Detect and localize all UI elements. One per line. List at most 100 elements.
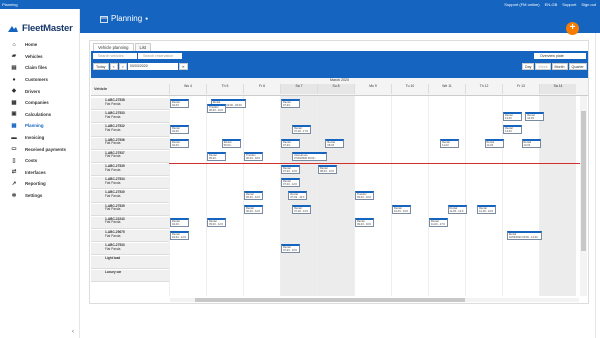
reservation-block[interactable]: Rental 04-03 <box>170 125 189 135</box>
vehicle-row[interactable]: 1-ABC-27536 Fiat Panda <box>91 137 169 150</box>
reservation-block[interactable]: Rental 07-03 - 10:0 <box>288 191 308 201</box>
vehicle-row[interactable]: 1-ABC-27534 Fiat Panda <box>91 177 169 190</box>
reservation-block[interactable]: Rental05-03 - 12:00 <box>207 151 226 161</box>
reservation-block[interactable]: Rental 11-03 - 17:0 <box>429 217 448 227</box>
date-input[interactable]: 03/03/2020 <box>127 63 178 70</box>
planning-grid: 1-ABC-27538 Fiat Panda 1-ABC-27533 Fiat Pan… <box>91 96 580 296</box>
reservation-block[interactable]: Rental 10-03 - 10:0 <box>392 204 411 214</box>
vehicle-row[interactable]: Luxury car <box>91 269 169 282</box>
reservation-block[interactable]: Rental 12-03 <box>484 138 504 148</box>
reservation-block[interactable]: Rental 04-03 <box>170 99 189 108</box>
reservation-block[interactable]: Rental 07-03 - 12:0 <box>281 178 300 188</box>
search-reservations-input[interactable]: Search reservation <box>138 53 182 59</box>
reservation-block[interactable]: Rental 09-03 - 10:0 <box>355 217 374 227</box>
sidebar-item-label: Received payments <box>25 146 66 152</box>
day-header: Sa 7 <box>280 84 317 94</box>
support-link[interactable]: Support <box>562 0 576 9</box>
sidebar-item-planning[interactable]: ▦ Planning <box>0 120 80 132</box>
vehicle-row[interactable]: 1-ABC-27539 Fiat Panda <box>91 164 169 177</box>
today-button[interactable]: Today <box>93 63 109 70</box>
reservation-block[interactable]: Rental 13-03 <box>525 112 545 122</box>
reservation-block[interactable]: Rental 11-03 <box>440 138 460 148</box>
reservation-block[interactable]: Rental05-03 - 10:00 <box>221 138 241 148</box>
reservation-block[interactable]: Rental04-03 - 17:00 <box>170 138 189 148</box>
reservation-block[interactable]: Transfer 09-03 - 10:0 <box>355 191 374 201</box>
reservation-time: 04-03 - 12:0 <box>172 236 186 239</box>
reservation-block[interactable]: Rental04-03 - 17:00 <box>170 217 189 227</box>
vehicle-row[interactable]: 1-ABC-29675 Fiat Panda <box>91 230 169 243</box>
view-select[interactable]: Overview plate <box>534 53 586 59</box>
sidebar-item-companies[interactable]: ▦ Companies <box>0 97 80 109</box>
vehicle-row[interactable]: 1-ABC-27532 Fiat Panda <box>91 124 169 137</box>
reservation-block[interactable]: Rental07-03 - 10:00 <box>281 138 300 148</box>
reservation-block[interactable]: Rental 12-03 - 10:0 <box>477 204 497 214</box>
vehicle-row[interactable]: 1-ABC-27538 Fiat Panda <box>91 98 169 111</box>
clear-date-button[interactable]: ✕ <box>178 63 188 70</box>
sidebar-item-reporting[interactable]: ↗ Reporting <box>0 178 80 190</box>
sidebar-item-settings[interactable]: ✲ Settings <box>0 190 80 202</box>
day-column <box>539 96 576 296</box>
vertical-scrollbar[interactable] <box>580 96 587 296</box>
sidebar-item-claim-files[interactable]: ▤ Claim files <box>0 62 80 74</box>
vehicle-row[interactable]: 1-ABC-27539 Fiat Panda <box>91 203 169 216</box>
sidebar-item-customers[interactable]: ● Customers <box>0 74 80 86</box>
day-column <box>465 96 502 296</box>
sidebar-item-home[interactable]: ⌂ Home <box>0 39 80 51</box>
vehicle-row[interactable]: 1-ABC-27530 Fiat Panda <box>91 190 169 203</box>
search-vehicles-input[interactable]: Search vehicles <box>93 53 137 59</box>
reservation-block[interactable]: Internal use07/03/2020 09:00 - 17/03/202… <box>292 151 328 161</box>
reservation-block[interactable]: Transfer 06-03 - 18:0 <box>244 151 263 161</box>
reservation-time: 11-03 - 12:0 <box>449 209 464 213</box>
view-week-button[interactable]: Week <box>535 63 551 70</box>
reservation-block[interactable]: Rental 07-03 - 12:0 <box>281 165 300 174</box>
prev-button[interactable]: < <box>109 63 118 70</box>
sidebar-item-label: Customers <box>25 77 48 83</box>
sidebar-item-drivers[interactable]: ◆ Drivers <box>0 85 80 97</box>
reservation-time: 06-03 - 18:0 <box>246 156 260 160</box>
reservation-block[interactable]: Rental 08-03 - 12:0 <box>318 165 337 174</box>
reservation-block[interactable]: Rental 04-03 - 12:0 <box>170 231 189 240</box>
sidebar-item-calculations[interactable]: ▣ Calculations <box>0 109 80 121</box>
reservation-block[interactable]: Rental 07-03 - 10:0 <box>281 244 300 254</box>
sidebar-item-vehicles[interactable]: ▰ Vehicles <box>0 51 80 63</box>
sidebar-item-interfaces[interactable]: ⇄ Interfaces <box>0 167 80 179</box>
reservation-block[interactable]: Rental 13-03 <box>503 125 522 135</box>
reservation-block[interactable]: Rental 07-03 - 17:0 <box>292 125 312 135</box>
tab-list[interactable]: List <box>134 43 152 51</box>
sidebar-item-label: Planning <box>25 123 44 129</box>
add-button[interactable]: + <box>566 22 579 35</box>
view-month-button[interactable]: Month <box>551 63 568 70</box>
view-quarter-button[interactable]: Quarter <box>568 63 587 70</box>
vehicle-row[interactable]: 1-ABC-27537 Fiat Panda <box>91 150 169 163</box>
support-online-link[interactable]: Support (FM online) <box>504 0 539 9</box>
vehicle-row[interactable]: Light load <box>91 256 169 269</box>
reservation-block[interactable]: Rental 05-03 - 12:0 <box>207 217 226 227</box>
tab-vehicle-planning[interactable]: Vehicle planning <box>93 43 134 51</box>
reservation-block[interactable]: Rental 13-03 <box>503 112 522 122</box>
view-day-button[interactable]: Day <box>522 63 535 70</box>
vehicle-row[interactable]: 1-ABC-27533 Fiat Panda <box>91 111 169 124</box>
vehicle-row[interactable]: 1-ABC-22243 Fiat Panda <box>91 216 169 229</box>
collapse-sidebar-icon[interactable]: ‹ <box>72 329 74 335</box>
sidebar-item-costs[interactable]: ▯ Costs <box>0 155 80 167</box>
reservation-block[interactable]: Rental 13-03 <box>521 138 541 148</box>
reservation-block[interactable]: Rental 08-03 <box>325 138 345 148</box>
reservation-block[interactable]: Rental 07-03 - 12:0 <box>292 204 312 214</box>
vehicle-row[interactable]: 1-ABC-27533 Fiat Panda <box>91 243 169 256</box>
next-button[interactable]: > <box>118 63 127 70</box>
reservation-block[interactable]: Rental07-03 - 09:00 <box>281 99 300 108</box>
sign-out-link[interactable]: Sign out <box>581 0 596 9</box>
sidebar-item-invoicing[interactable]: ▬ Invoicing <box>0 132 80 144</box>
reservation-block[interactable]: Rental 13/03/2020 09:00 - 14:00 <box>506 231 542 240</box>
logo[interactable]: FleetMaster <box>7 23 73 34</box>
sidebar-item-received-payments[interactable]: ▭ Received payments <box>0 143 80 155</box>
reservation-block[interactable]: Rental 11-03 - 12:0 <box>447 204 467 214</box>
sidebar-item-label: Drivers <box>25 88 41 94</box>
reservation-block[interactable]: Rental 06-03 - 12:0 <box>244 204 263 214</box>
reservation-block[interactable]: Rental 06-03 - 12:0 <box>244 191 263 201</box>
sidebar-item-label: Home <box>25 42 38 48</box>
language-selector[interactable]: EN-GB <box>545 0 558 9</box>
horizontal-scrollbar[interactable] <box>170 298 579 302</box>
info-icon[interactable]: ● <box>145 16 148 22</box>
reservation-block[interactable]: Transfer 06-03 - 10:0 <box>207 104 226 113</box>
